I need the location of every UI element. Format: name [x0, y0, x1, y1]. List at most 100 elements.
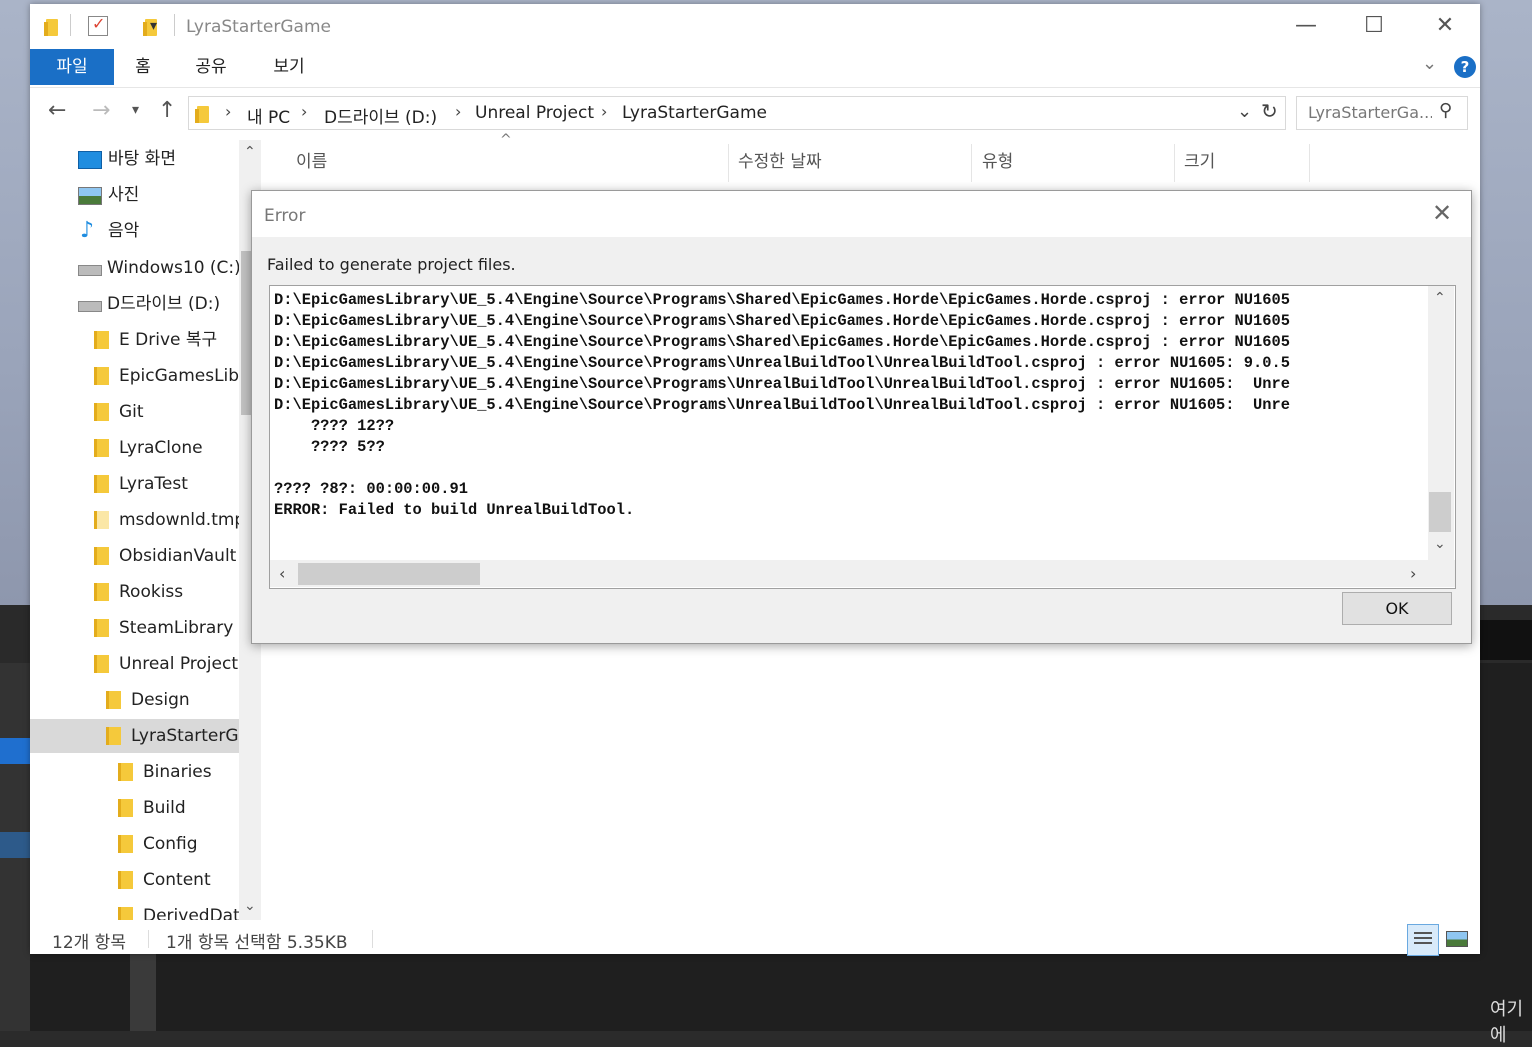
- folder-icon: [94, 439, 109, 457]
- log-line: D:\EpicGamesLibrary\UE_5.4\Engine\Source…: [274, 333, 1290, 351]
- sidebar-item-label: EpicGamesLibr: [119, 366, 247, 386]
- customize-quick-access-icon[interactable]: ▾: [150, 18, 157, 34]
- breadcrumb-d-drive[interactable]: D드라이브 (D:): [324, 103, 437, 128]
- close-button[interactable]: ✕: [1423, 10, 1467, 42]
- refresh-icon[interactable]: ↻: [1261, 99, 1278, 123]
- error-details-textbox[interactable]: D:\EpicGamesLibrary\UE_5.4\Engine\Source…: [269, 285, 1456, 589]
- sidebar-item-git[interactable]: Git: [30, 395, 239, 429]
- sidebar-item-steamlibrary[interactable]: SteamLibrary: [30, 611, 239, 645]
- details-view-icon[interactable]: [1407, 924, 1439, 956]
- address-bar[interactable]: › 내 PC › D드라이브 (D:) › Unreal Project › L…: [188, 96, 1286, 130]
- horizontal-scrollbar-thumb[interactable]: [298, 563, 480, 585]
- sidebar-item-label: Design: [131, 690, 190, 710]
- scroll-left-chevron-icon[interactable]: ‹: [279, 564, 285, 583]
- log-line: D:\EpicGamesLibrary\UE_5.4\Engine\Source…: [274, 375, 1290, 393]
- tab-share[interactable]: 공유: [190, 49, 232, 85]
- breadcrumb-lyrastartergame[interactable]: LyraStarterGame: [622, 103, 767, 123]
- back-arrow-icon[interactable]: ←: [48, 98, 66, 123]
- column-divider[interactable]: [1174, 144, 1175, 182]
- search-input[interactable]: LyraStarterGa... ⚲: [1296, 96, 1468, 130]
- dialog-close-icon[interactable]: ✕: [1432, 199, 1452, 227]
- sidebar-item-lyrastartergame[interactable]: LyraStarterGa: [30, 719, 249, 753]
- dialog-message: Failed to generate project files.: [267, 255, 516, 274]
- search-icon[interactable]: ⚲: [1439, 100, 1452, 121]
- pictures-icon: [78, 187, 102, 205]
- search-placeholder: LyraStarterGa...: [1308, 103, 1432, 122]
- sidebar-item-msdownld[interactable]: msdownld.tmp: [30, 503, 245, 537]
- column-divider[interactable]: [728, 144, 729, 182]
- folder-icon: [94, 583, 109, 601]
- tab-file[interactable]: 파일: [30, 49, 114, 85]
- sidebar-item-design[interactable]: Design: [30, 683, 239, 717]
- folder-icon: [195, 103, 211, 123]
- sidebar-item-label: 사진: [108, 185, 140, 205]
- expand-ribbon-chevron-icon[interactable]: ⌄: [1422, 53, 1437, 74]
- tab-view[interactable]: 보기: [268, 49, 310, 85]
- sidebar-item-epicgameslibrary[interactable]: EpicGamesLibr: [30, 359, 246, 393]
- dialog-title-bar: Error ✕: [252, 191, 1471, 237]
- scroll-up-chevron-icon[interactable]: ⌃: [1434, 290, 1446, 306]
- background-divider: [130, 954, 156, 1031]
- address-dropdown-chevron-icon[interactable]: ⌄: [1237, 101, 1252, 122]
- item-count: 12개 항목: [52, 933, 126, 953]
- sort-ascending-icon: ^: [500, 132, 512, 148]
- error-dialog: Error ✕ Failed to generate project files…: [251, 190, 1472, 644]
- sidebar-item-e-drive-recovery[interactable]: E Drive 복구: [30, 323, 239, 357]
- music-icon: ♪: [80, 218, 95, 243]
- column-divider[interactable]: [1309, 144, 1310, 182]
- sidebar-item-unreal-project[interactable]: Unreal Project: [30, 647, 239, 681]
- sidebar-item-d-drive[interactable]: D드라이브 (D:): [30, 287, 239, 321]
- sidebar-item-obsidianvault[interactable]: ObsidianVault: [30, 539, 239, 573]
- scroll-down-chevron-icon[interactable]: ⌄: [1434, 536, 1446, 552]
- breadcrumb-unreal-project[interactable]: Unreal Project: [475, 103, 594, 123]
- sidebar-item-deriveddata[interactable]: DerivedData: [30, 899, 250, 920]
- column-type[interactable]: 유형: [982, 140, 1013, 184]
- sidebar-item-content[interactable]: Content: [30, 863, 239, 897]
- maximize-button[interactable]: ☐: [1352, 10, 1396, 42]
- chevron-right-icon[interactable]: ›: [225, 102, 231, 121]
- chevron-right-icon[interactable]: ›: [301, 102, 307, 121]
- folder-icon: [94, 547, 109, 565]
- folder-icon: [118, 871, 133, 889]
- column-size[interactable]: 크기: [1184, 140, 1215, 184]
- large-icons-view-icon[interactable]: [1442, 924, 1472, 954]
- properties-icon[interactable]: ✓: [88, 14, 108, 36]
- up-arrow-icon[interactable]: ↑: [158, 98, 176, 123]
- column-name[interactable]: 이름: [296, 140, 327, 184]
- log-line: D:\EpicGamesLibrary\UE_5.4\Engine\Source…: [274, 291, 1290, 309]
- scroll-down-chevron-icon[interactable]: ⌄: [244, 898, 256, 914]
- chevron-right-icon[interactable]: ›: [601, 102, 607, 121]
- sidebar-item-lyratest[interactable]: LyraTest: [30, 467, 239, 501]
- navigation-bar: ← → ▾ ↑ › 내 PC › D드라이브 (D:) › Unreal Pro…: [30, 88, 1480, 138]
- sidebar-item-label: Unreal Project: [119, 654, 238, 674]
- recent-locations-chevron-icon[interactable]: ▾: [132, 102, 139, 118]
- minimize-button[interactable]: —: [1284, 10, 1328, 42]
- sidebar-item-label: Git: [119, 402, 144, 422]
- sidebar-item-rookiss[interactable]: Rookiss: [30, 575, 239, 609]
- sidebar-item-binaries[interactable]: Binaries: [30, 755, 239, 789]
- sidebar-item-c-drive[interactable]: Windows10 (C:): [30, 251, 241, 285]
- sidebar-item-label: DerivedData: [143, 906, 251, 920]
- folder-icon: [118, 907, 133, 920]
- sidebar-item-desktop[interactable]: 바탕 화면: [30, 142, 239, 176]
- help-icon[interactable]: ?: [1454, 56, 1476, 78]
- sidebar-item-lyraclone[interactable]: LyraClone: [30, 431, 239, 465]
- column-divider[interactable]: [971, 144, 972, 182]
- sidebar-item-label: E Drive 복구: [119, 330, 218, 350]
- vertical-scrollbar-thumb[interactable]: [1429, 492, 1451, 532]
- forward-arrow-icon[interactable]: →: [92, 98, 110, 123]
- sidebar-item-build[interactable]: Build: [30, 791, 239, 825]
- folder-icon: [94, 331, 109, 349]
- background-highlight-row: [0, 832, 30, 858]
- column-date-modified[interactable]: 수정한 날짜: [738, 140, 822, 184]
- scroll-up-chevron-icon[interactable]: ⌃: [244, 144, 256, 160]
- scroll-right-chevron-icon[interactable]: ›: [1410, 564, 1416, 583]
- chevron-right-icon[interactable]: ›: [455, 102, 461, 121]
- ok-button[interactable]: OK: [1342, 592, 1452, 625]
- tab-home[interactable]: 홈: [126, 49, 160, 85]
- sidebar-item-config[interactable]: Config: [30, 827, 239, 861]
- breadcrumb-this-pc[interactable]: 내 PC: [247, 103, 290, 128]
- sidebar-item-label: Content: [143, 870, 211, 890]
- sidebar-item-pictures[interactable]: 사진: [30, 178, 239, 212]
- sidebar-item-music[interactable]: ♪ 음악: [30, 214, 239, 248]
